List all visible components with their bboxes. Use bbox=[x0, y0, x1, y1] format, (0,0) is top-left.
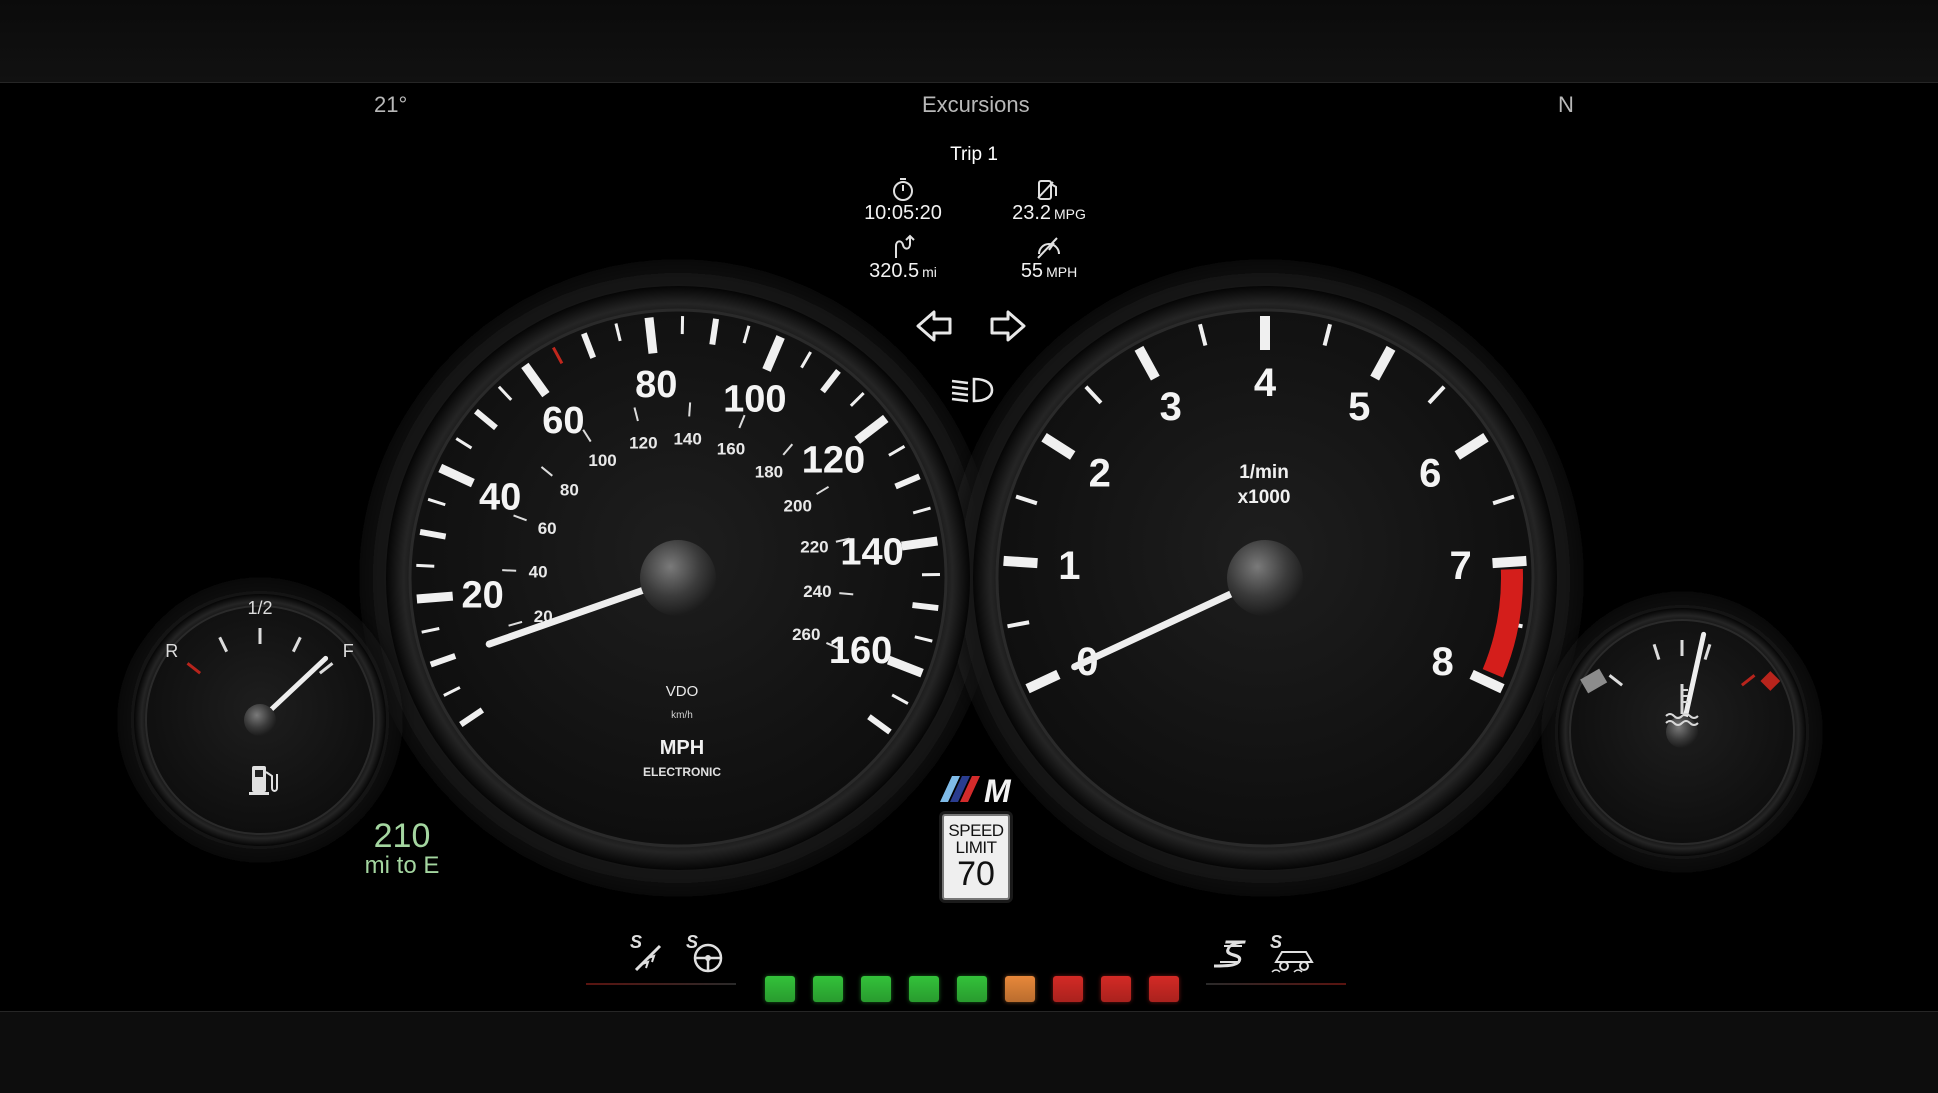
trip-fuel-economy: 23.2MPG bbox=[974, 176, 1124, 225]
speedometer-kmh-label: 240 bbox=[803, 582, 831, 601]
m-logo-letter: M bbox=[984, 773, 1012, 809]
speed-limit-value: 70 bbox=[944, 856, 1008, 892]
speedometer-kmh-label: 120 bbox=[629, 433, 657, 452]
speedometer-kmh-label: 40 bbox=[529, 563, 548, 582]
fuel-economy-unit: MPG bbox=[1054, 206, 1086, 222]
speedometer-mph-label: 160 bbox=[829, 630, 892, 672]
shift-light bbox=[909, 976, 939, 1002]
speedometer-subtitle: ELECTRONIC bbox=[643, 765, 721, 779]
speedometer-kmh-tick bbox=[502, 570, 516, 571]
turn-right-arrow-icon bbox=[992, 312, 1024, 340]
fuel-gauge-label: 1/2 bbox=[247, 598, 272, 618]
tachometer-label: 3 bbox=[1160, 385, 1182, 429]
speedometer-mph-label: 120 bbox=[802, 440, 865, 482]
speedometer-mph-label: 60 bbox=[542, 400, 584, 442]
speedometer-brand: VDO bbox=[666, 683, 699, 700]
speedometer-tick bbox=[649, 318, 653, 354]
tachometer-label: 1 bbox=[1058, 544, 1080, 588]
route-icon bbox=[828, 234, 978, 260]
fuel-range-value: 210 bbox=[352, 818, 452, 854]
average-speed-unit: MPH bbox=[1046, 264, 1077, 280]
fuel-economy-value: 23.2 bbox=[1012, 202, 1051, 224]
trip-average-speed: 55MPH bbox=[974, 234, 1124, 283]
svg-text:S: S bbox=[630, 932, 642, 952]
trip-distance-value: 320.5 bbox=[869, 260, 919, 282]
svg-text:S: S bbox=[686, 932, 698, 952]
average-speed-icon bbox=[974, 234, 1124, 260]
speedometer-tick bbox=[912, 605, 938, 608]
fuel-gauge-label: R bbox=[165, 641, 178, 661]
left-mode-indicator-line bbox=[586, 983, 736, 985]
tachometer-label: 8 bbox=[1432, 640, 1454, 684]
tachometer-label: 7 bbox=[1449, 544, 1471, 588]
speedometer-hub bbox=[640, 540, 716, 616]
tachometer-tick bbox=[1493, 561, 1527, 563]
speedometer-kmh-label: 260 bbox=[792, 625, 820, 644]
speedometer-mph-label: 80 bbox=[635, 364, 677, 406]
shift-light bbox=[1101, 976, 1131, 1002]
tachometer-label: 2 bbox=[1089, 452, 1111, 496]
speedometer-kmh-label: 100 bbox=[588, 451, 616, 470]
average-speed-value: 55 bbox=[1021, 260, 1043, 282]
trip-time: 10:05:20 bbox=[828, 176, 978, 225]
tachometer-label: 4 bbox=[1254, 361, 1277, 405]
speedometer-mph-label: 40 bbox=[479, 477, 521, 519]
speedometer-kmh-label: 60 bbox=[538, 519, 557, 538]
trip-title: Trip 1 bbox=[914, 144, 1034, 166]
shift-light bbox=[765, 976, 795, 1002]
shift-light bbox=[1005, 976, 1035, 1002]
tachometer-hub bbox=[1227, 540, 1303, 616]
dsc-traction-icon: S bbox=[1268, 930, 1318, 979]
speedometer-mph-label: 100 bbox=[723, 379, 786, 421]
tachometer-unit-line1: 1/min bbox=[1239, 462, 1289, 483]
speedometer-kmh-label: 200 bbox=[784, 496, 812, 515]
speedometer-kmh-label: 180 bbox=[755, 463, 783, 482]
fuel-economy-icon bbox=[974, 176, 1124, 202]
fuel-gauge-hub bbox=[244, 704, 276, 736]
speedometer-tick bbox=[417, 596, 453, 599]
speed-limit-line2: LIMIT bbox=[944, 839, 1008, 856]
speedometer-tick bbox=[902, 541, 938, 546]
speedometer-kmh-label: 80 bbox=[560, 481, 579, 500]
speedometer-mph-label: 140 bbox=[840, 531, 903, 573]
trip-distance: 320.5mi bbox=[828, 234, 978, 283]
speedometer-tick bbox=[416, 565, 434, 566]
speedometer-mph-label: 20 bbox=[461, 575, 503, 617]
low-beam-headlight-icon bbox=[952, 379, 992, 401]
trip-time-value: 10:05:20 bbox=[864, 202, 942, 224]
svg-text:S: S bbox=[1270, 932, 1282, 952]
speedometer-kmh-unit: km/h bbox=[671, 710, 693, 721]
tachometer-tick bbox=[1004, 561, 1038, 563]
speedometer-kmh-tick bbox=[839, 593, 853, 594]
fuel-range-label: mi to E bbox=[352, 854, 452, 878]
shift-light bbox=[1149, 976, 1179, 1002]
tachometer-label: 6 bbox=[1419, 452, 1441, 496]
speedometer-kmh-tick bbox=[689, 402, 690, 416]
shift-light bbox=[861, 976, 891, 1002]
speedometer-kmh-label: 220 bbox=[800, 538, 828, 557]
speedometer-tick bbox=[712, 319, 716, 345]
shift-light bbox=[957, 976, 987, 1002]
stopwatch-icon bbox=[828, 176, 978, 202]
speedometer-unit: MPH bbox=[660, 737, 704, 759]
fuel-range: 210 mi to E bbox=[352, 818, 452, 878]
shift-light bbox=[813, 976, 843, 1002]
engine-sport-icon bbox=[1214, 930, 1258, 979]
steering-sport-icon: S bbox=[684, 930, 728, 979]
trip-distance-unit: mi bbox=[922, 264, 937, 280]
tachometer-label: 5 bbox=[1348, 385, 1370, 429]
tachometer-unit-line2: x1000 bbox=[1238, 487, 1291, 508]
speedometer-kmh-label: 140 bbox=[673, 429, 701, 448]
turn-left-arrow-icon bbox=[918, 312, 950, 340]
fuel-gauge-label: F bbox=[343, 641, 354, 661]
speed-limit-sign: SPEED LIMIT 70 bbox=[942, 814, 1010, 900]
suspension-sport-icon: S bbox=[628, 930, 670, 979]
right-mode-indicator-line bbox=[1206, 983, 1346, 985]
shift-light bbox=[1053, 976, 1083, 1002]
m-logo: M bbox=[940, 773, 1012, 809]
speedometer-kmh-label: 160 bbox=[717, 439, 745, 458]
speed-limit-line1: SPEED bbox=[944, 822, 1008, 839]
